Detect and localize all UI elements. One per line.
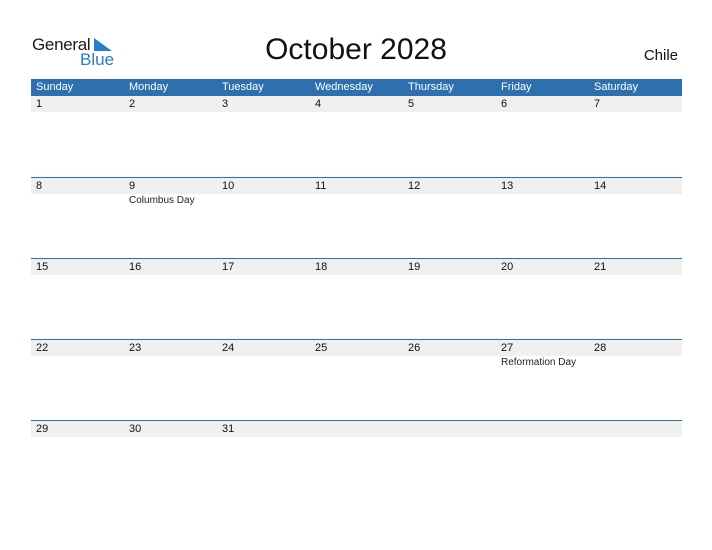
holiday-label — [403, 112, 496, 113]
holiday-label — [310, 275, 403, 276]
day-number: 19 — [408, 261, 421, 273]
holiday-label — [217, 356, 310, 368]
day-number: 28 — [594, 342, 607, 354]
day-number: 14 — [594, 180, 607, 192]
day-number — [589, 421, 682, 437]
weekday-saturday: Saturday — [594, 81, 639, 93]
holiday-label — [589, 275, 682, 276]
holiday-label — [124, 356, 217, 368]
day-number: 7 — [594, 98, 601, 110]
week-row: 29 30 31 — [31, 420, 682, 501]
holiday-label — [589, 356, 682, 368]
holiday-label: Columbus Day — [129, 195, 195, 206]
holiday-label — [403, 356, 496, 368]
holiday-label — [124, 437, 217, 438]
day-number: 29 — [36, 423, 49, 435]
holiday-label — [31, 194, 124, 206]
day-number: 8 — [36, 180, 43, 192]
holiday-label — [403, 194, 496, 206]
day-number: 24 — [222, 342, 235, 354]
weekday-header: Sunday Monday Tuesday Wednesday Thursday… — [31, 79, 682, 96]
holiday-label — [310, 194, 403, 206]
day-number: 6 — [501, 98, 508, 110]
day-number: 10 — [222, 180, 235, 192]
day-number-bar: 29 30 31 — [31, 421, 682, 437]
weekday-wednesday: Wednesday — [315, 81, 373, 93]
holiday-label — [31, 356, 124, 368]
day-number: 9 — [129, 180, 136, 192]
day-number-bar: 22 23 24 25 26 27 28 — [31, 340, 682, 356]
week-row: 1 2 3 4 5 6 7 — [31, 96, 682, 177]
day-number: 1 — [36, 98, 43, 110]
weekday-sunday: Sunday — [36, 81, 74, 93]
holiday-label — [31, 112, 124, 113]
holiday-label — [217, 437, 310, 438]
holiday-label — [589, 437, 682, 438]
day-number-bar: 8 9 10 11 12 13 14 — [31, 178, 682, 194]
day-number: 18 — [315, 261, 328, 273]
calendar-grid: Sunday Monday Tuesday Wednesday Thursday… — [31, 79, 682, 501]
day-number — [310, 421, 403, 437]
holiday-label — [217, 112, 310, 113]
holiday-label — [217, 194, 310, 206]
weekday-thursday: Thursday — [408, 81, 454, 93]
day-number: 30 — [129, 423, 142, 435]
day-number: 26 — [408, 342, 421, 354]
weekday-monday: Monday — [129, 81, 169, 93]
events-row: Reformation Day — [31, 356, 682, 368]
day-number: 11 — [315, 180, 327, 192]
day-number: 17 — [222, 261, 235, 273]
holiday-label — [31, 437, 124, 438]
holiday-label — [589, 112, 682, 113]
events-row — [31, 112, 682, 113]
events-row — [31, 437, 682, 438]
events-row: Columbus Day — [31, 194, 682, 206]
holiday-label — [124, 275, 217, 276]
holiday-label — [403, 437, 496, 438]
holiday-label — [496, 275, 589, 276]
day-number: 23 — [129, 342, 142, 354]
holiday-label — [310, 356, 403, 368]
day-number: 27 — [501, 342, 514, 354]
holiday-label — [217, 275, 310, 276]
day-number — [403, 421, 496, 437]
holiday-label: Reformation Day — [501, 357, 577, 368]
holiday-label — [496, 112, 589, 113]
day-number: 22 — [36, 342, 49, 354]
holiday-label — [496, 194, 589, 206]
week-row: 15 16 17 18 19 20 21 — [31, 258, 682, 339]
week-row: 8 9 10 11 12 13 14 Columbus Day — [31, 177, 682, 258]
weekday-tuesday: Tuesday — [222, 81, 264, 93]
day-number-bar: 15 16 17 18 19 20 21 — [31, 259, 682, 275]
day-number-bar: 1 2 3 4 5 6 7 — [31, 96, 682, 112]
day-number — [496, 421, 589, 437]
holiday-label — [310, 112, 403, 113]
day-number: 25 — [315, 342, 328, 354]
day-number: 2 — [129, 98, 136, 110]
holiday-label — [589, 194, 682, 206]
holiday-label — [403, 275, 496, 276]
day-number: 12 — [408, 180, 421, 192]
weekday-friday: Friday — [501, 81, 532, 93]
day-number: 13 — [501, 180, 514, 192]
day-number: 4 — [315, 98, 322, 110]
holiday-label — [31, 275, 124, 276]
day-number: 3 — [222, 98, 229, 110]
page-title: October 2028 — [265, 33, 447, 66]
day-number: 5 — [408, 98, 415, 110]
holiday-label — [124, 112, 217, 113]
country-label: Chile — [643, 47, 678, 64]
day-number: 16 — [129, 261, 142, 273]
holiday-label — [310, 437, 403, 438]
day-number: 21 — [594, 261, 607, 273]
day-number: 20 — [501, 261, 514, 273]
day-number: 31 — [222, 423, 235, 435]
week-row: 22 23 24 25 26 27 28 Reformation Day — [31, 339, 682, 420]
day-number: 15 — [36, 261, 49, 273]
events-row — [31, 275, 682, 276]
holiday-label — [496, 437, 589, 438]
